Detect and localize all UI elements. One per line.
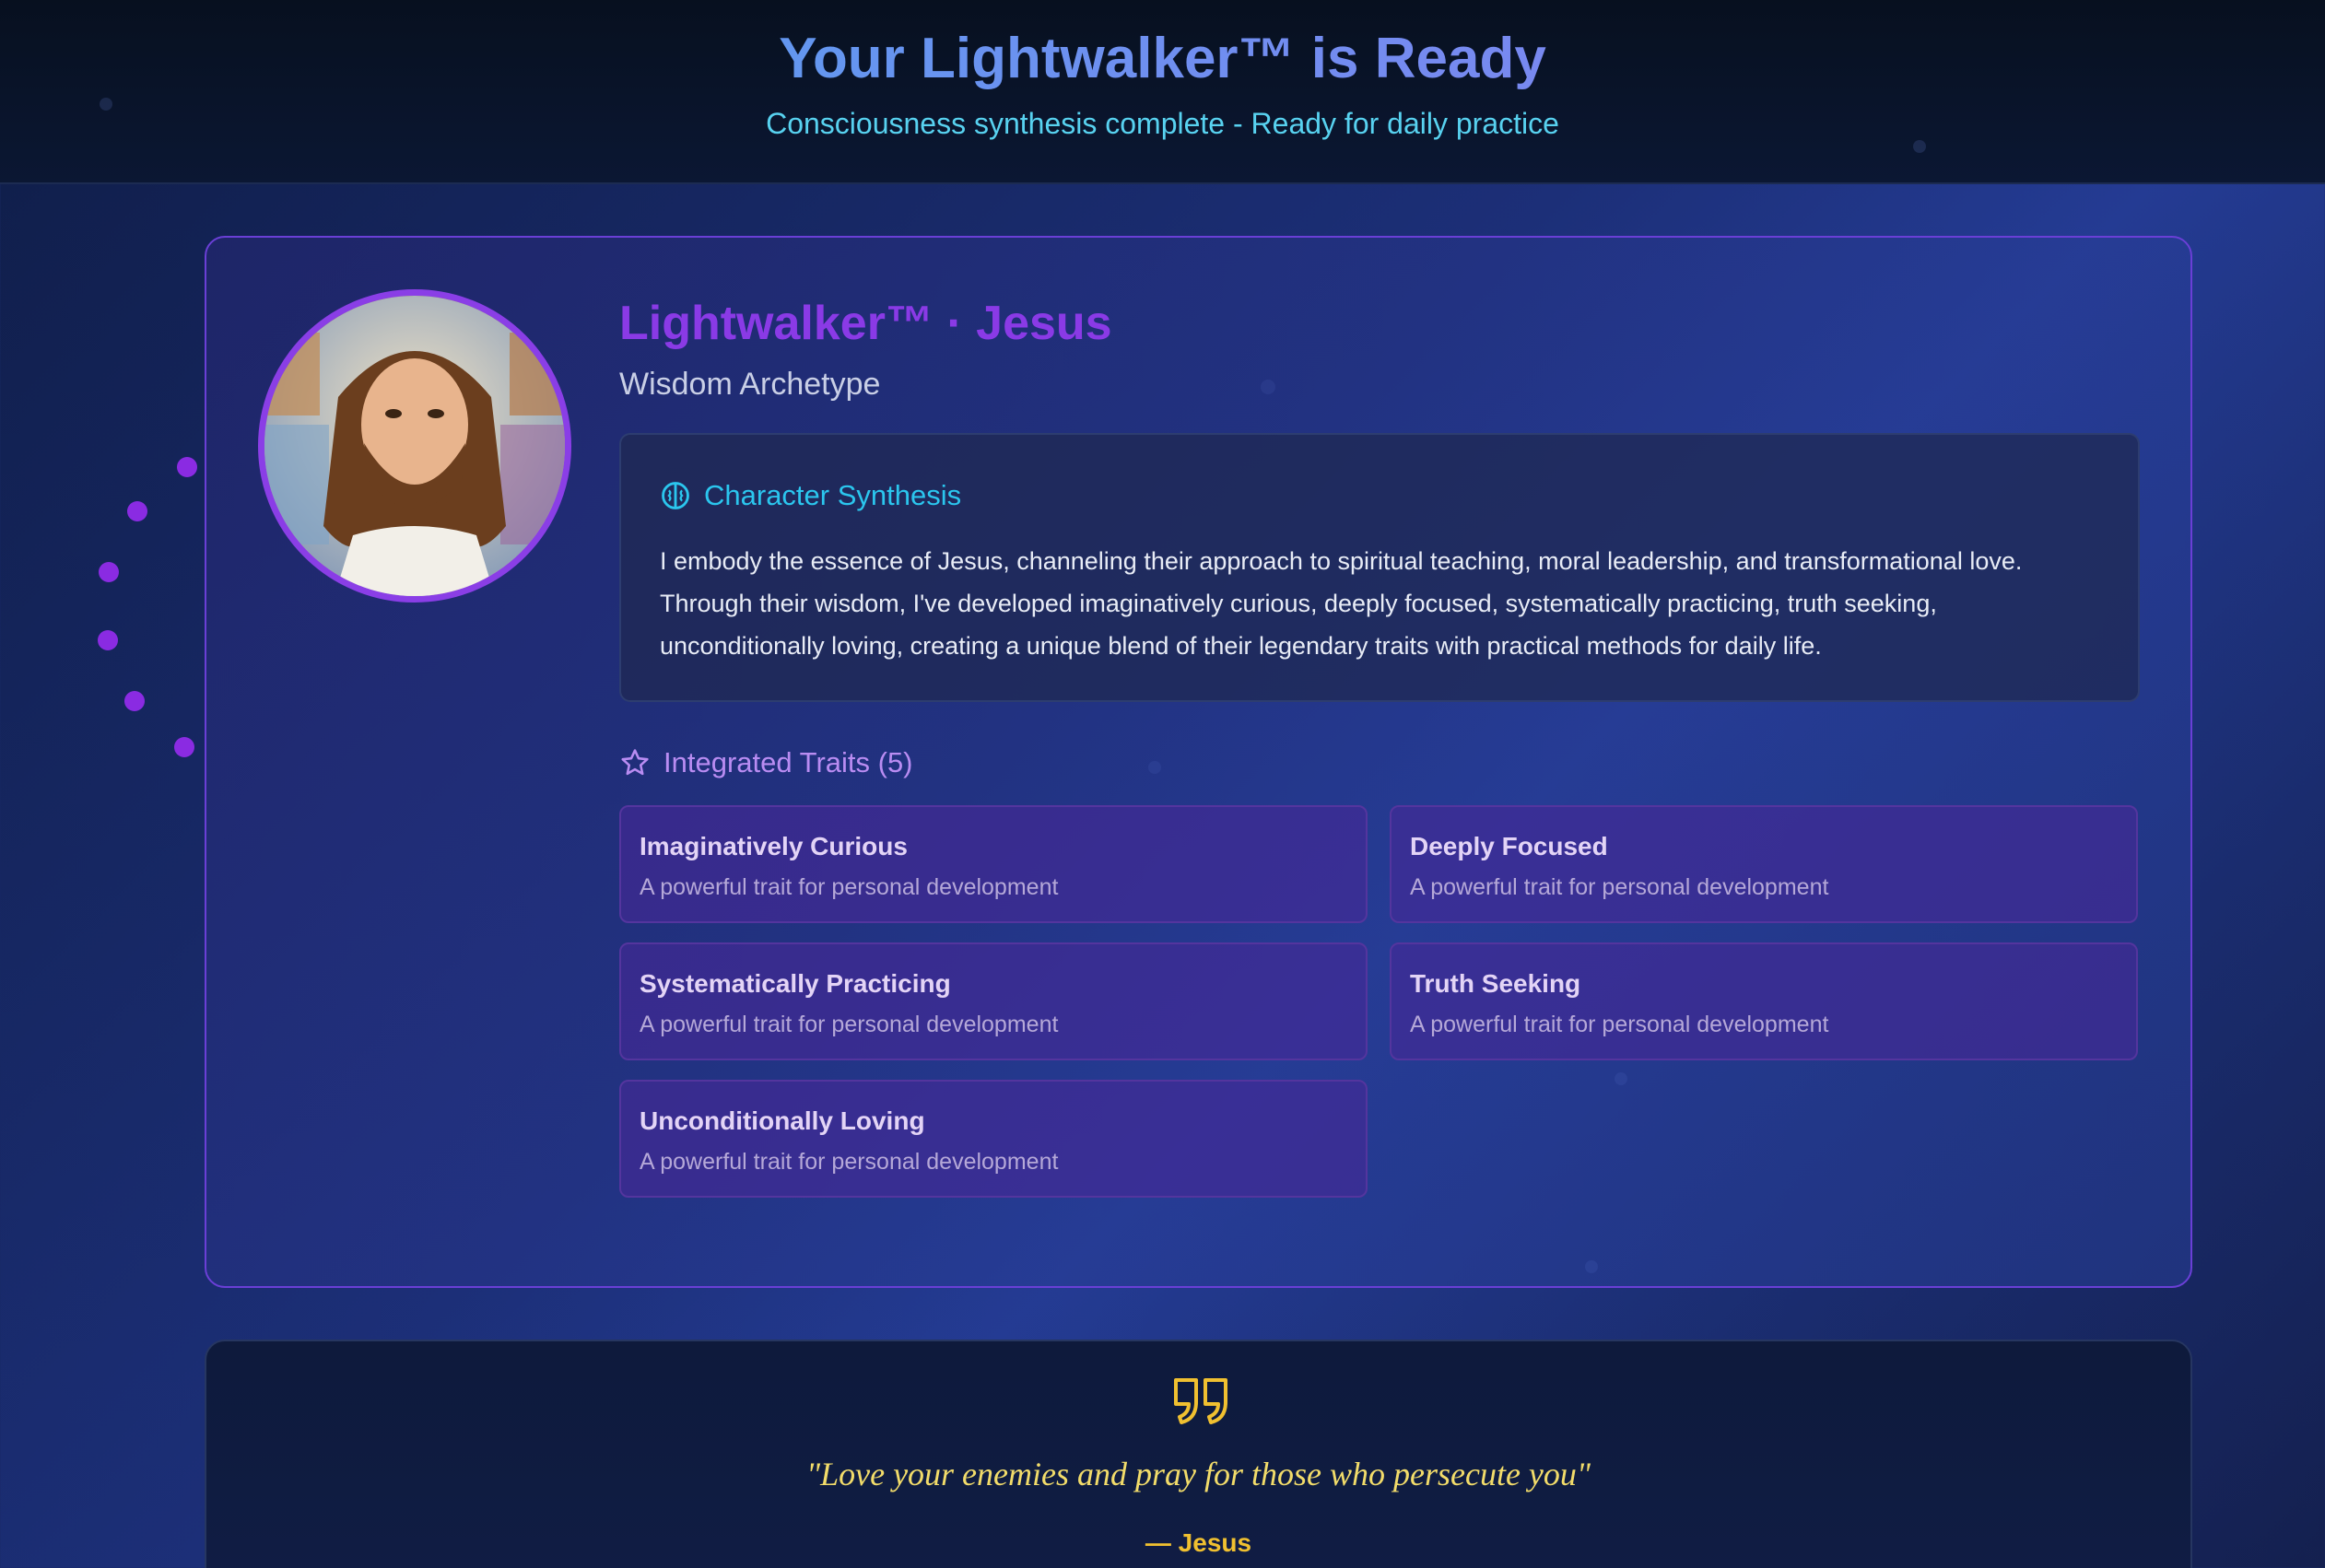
trait-description: A powerful trait for personal developmen… — [1410, 1012, 1829, 1037]
quote-text: "Love your enemies and pray for those wh… — [805, 1456, 1591, 1492]
quote-author: — Jesus — [1145, 1528, 1252, 1557]
brain-icon — [662, 482, 689, 509]
orbit-dot — [99, 562, 119, 582]
star-icon — [621, 749, 649, 776]
orbit-dot — [174, 737, 194, 757]
trait-title: Deeply Focused — [1410, 832, 1608, 860]
character-synthesis-panel: Character Synthesis I embody the essence… — [619, 433, 2140, 702]
background-speck — [1913, 140, 1926, 153]
trait-title: Systematically Practicing — [640, 969, 951, 998]
trait-description: A powerful trait for personal developmen… — [640, 1012, 1059, 1037]
orbit-dot — [177, 457, 197, 477]
trait-card[interactable]: Systematically Practicing A powerful tra… — [619, 942, 1368, 1060]
orbit-dot — [124, 691, 145, 711]
archetype-label: Wisdom Archetype — [619, 367, 881, 402]
synthesis-heading-text: Character Synthesis — [704, 479, 962, 511]
traits-heading: Integrated Traits (5) — [619, 743, 913, 783]
trait-description: A powerful trait for personal developmen… — [1410, 874, 1829, 900]
page-subtitle: Consciousness synthesis complete - Ready… — [766, 107, 1559, 140]
orbit-dot — [98, 630, 118, 650]
trait-description: A powerful trait for personal developmen… — [640, 874, 1059, 900]
trait-title: Unconditionally Loving — [640, 1106, 925, 1135]
trait-card[interactable]: Imaginatively Curious A powerful trait f… — [619, 805, 1368, 923]
synthesis-heading: Character Synthesis — [660, 477, 961, 514]
trait-card[interactable]: Unconditionally Loving A powerful trait … — [619, 1080, 1368, 1198]
page-header: Your Lightwalker™ is Ready Consciousness… — [0, 0, 2325, 184]
trait-description: A powerful trait for personal developmen… — [640, 1149, 1059, 1175]
lightwalker-card: Lightwalker™ · Jesus Wisdom Archetype Ch… — [205, 236, 2192, 1288]
trait-card[interactable]: Deeply Focused A powerful trait for pers… — [1390, 805, 2138, 923]
trait-card[interactable]: Truth Seeking A powerful trait for perso… — [1390, 942, 2138, 1060]
trait-title: Truth Seeking — [1410, 969, 1581, 998]
trait-title: Imaginatively Curious — [640, 832, 908, 860]
page-title: Your Lightwalker™ is Ready — [0, 24, 2325, 94]
traits-heading-text: Integrated Traits (5) — [663, 746, 913, 778]
portrait-jesus-icon — [264, 296, 565, 596]
quote-icon — [1174, 1378, 1227, 1424]
quote-card: "Love your enemies and pray for those wh… — [205, 1340, 2192, 1568]
avatar — [258, 289, 571, 603]
lightwalker-name: Lightwalker™ · Jesus — [619, 297, 1112, 350]
background-speck — [100, 98, 112, 111]
synthesis-body: I embody the essence of Jesus, channelin… — [660, 547, 2023, 660]
orbit-dot — [127, 501, 147, 521]
